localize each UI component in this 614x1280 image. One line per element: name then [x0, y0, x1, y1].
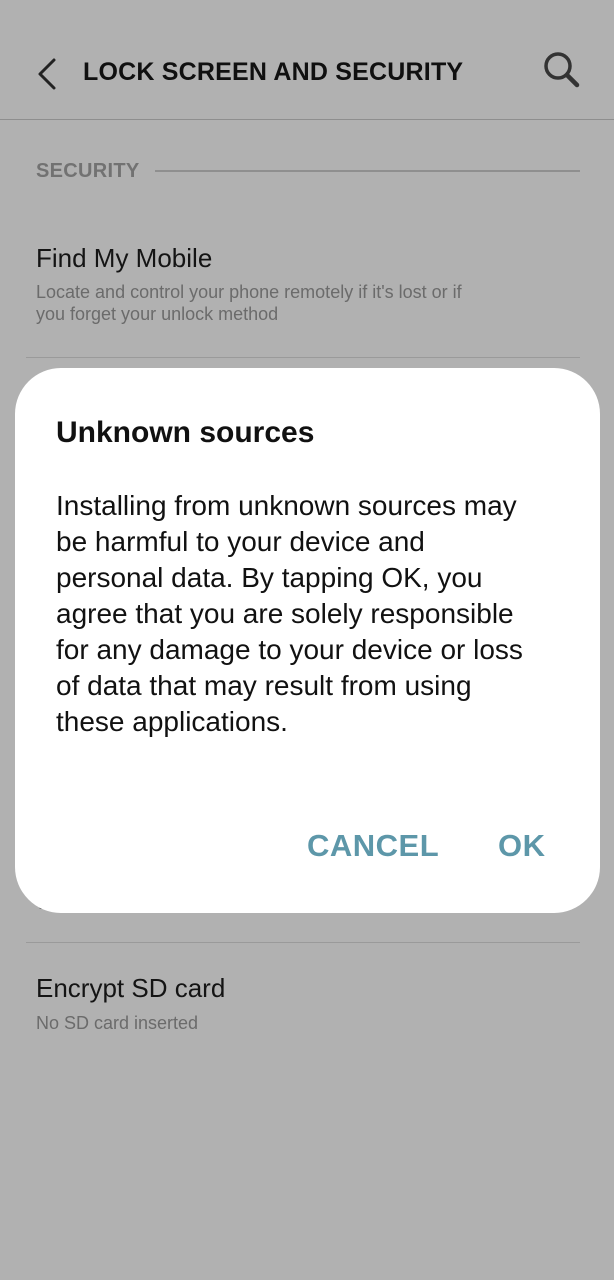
ok-button[interactable]: OK	[498, 828, 546, 864]
list-item-find-my-mobile[interactable]: Find My Mobile Locate and control your p…	[36, 242, 580, 325]
list-divider	[26, 942, 580, 943]
list-item-encrypt-sd-card[interactable]: Encrypt SD card No SD card inserted	[36, 972, 580, 1034]
screen: LOCK SCREEN AND SECURITY SECURITY Find M…	[0, 0, 614, 1280]
dialog-title: Unknown sources	[56, 416, 315, 449]
chevron-left-icon	[28, 52, 68, 96]
back-button[interactable]	[28, 52, 68, 96]
app-bar: LOCK SCREEN AND SECURITY	[0, 0, 614, 119]
unknown-sources-dialog: Unknown sources Installing from unknown …	[15, 368, 600, 913]
dialog-message: Installing from unknown sources may be h…	[56, 490, 523, 737]
section-header: SECURITY	[36, 158, 580, 186]
item-title: Find My Mobile	[36, 243, 213, 273]
section-divider	[155, 170, 580, 172]
page-title: LOCK SCREEN AND SECURITY	[83, 58, 464, 86]
item-subtitle: No SD card inserted	[36, 1013, 199, 1033]
list-divider	[26, 357, 580, 358]
search-button[interactable]	[538, 48, 586, 92]
search-icon	[538, 52, 586, 96]
item-title: Encrypt SD card	[36, 973, 226, 1003]
cancel-button[interactable]: CANCEL	[307, 828, 439, 864]
section-label: SECURITY	[36, 160, 140, 182]
item-subtitle: Locate and control your phone remotely i…	[36, 282, 462, 324]
header-divider	[0, 119, 614, 120]
